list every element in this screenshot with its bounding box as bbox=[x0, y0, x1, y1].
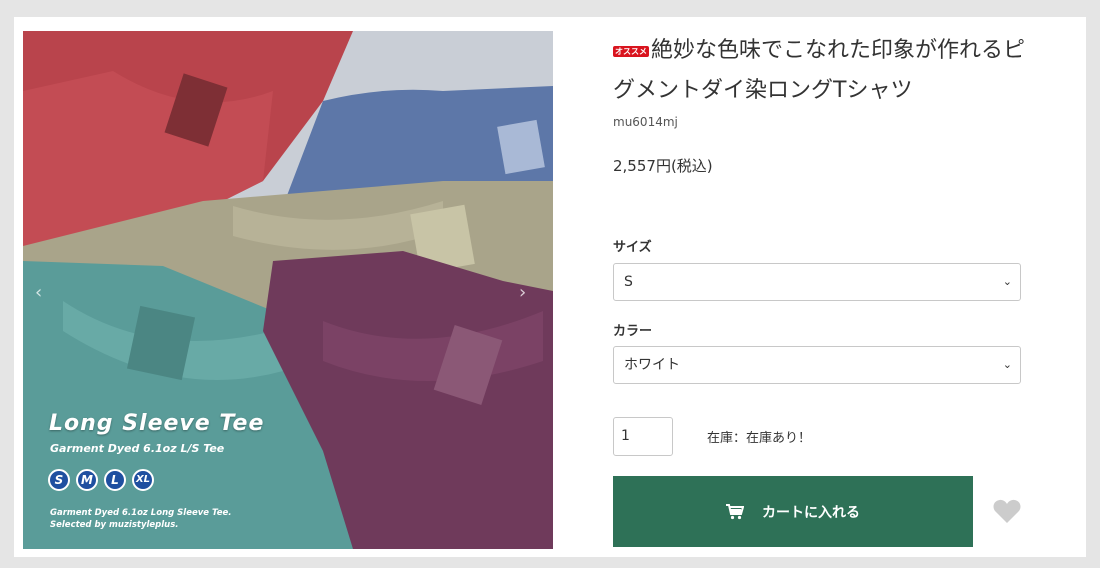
image-overlay-footer: Garment Dyed 6.1oz Long Sleeve Tee. Sele… bbox=[50, 507, 231, 531]
product-title-text: 絶妙な色味でこなれた印象が作れるピグメントダイ染ロングTシャツ bbox=[613, 38, 1026, 103]
prev-image-arrow-icon[interactable]: ‹ bbox=[35, 284, 49, 302]
chevron-down-icon: ⌄ bbox=[1002, 275, 1012, 288]
quantity-input[interactable]: 1 bbox=[613, 417, 673, 456]
color-select[interactable]: ホワイト ⌄ bbox=[613, 346, 1021, 384]
add-to-cart-button[interactable]: カートに入れる bbox=[613, 476, 973, 547]
chevron-down-icon: ⌄ bbox=[1002, 358, 1012, 371]
size-badge-l: L bbox=[104, 469, 126, 491]
heart-icon bbox=[993, 499, 1021, 523]
size-select[interactable]: S ⌄ bbox=[613, 263, 1021, 301]
product-price: 2,557円(税込) bbox=[613, 157, 713, 175]
cart-icon bbox=[726, 503, 744, 520]
stock-status: 在庫：在庫あり！ bbox=[707, 431, 812, 446]
image-overlay-title: Long Sleeve Tee bbox=[49, 411, 265, 436]
favorite-button[interactable] bbox=[993, 498, 1021, 524]
image-size-badges: S M L XL bbox=[48, 469, 154, 491]
size-badge-s: S bbox=[48, 469, 70, 491]
product-title: オススメ 絶妙な色味でこなれた印象が作れるピグメントダイ染ロングTシャツ bbox=[613, 31, 1033, 111]
product-card: ‹ › Long Sleeve Tee Garment Dyed 6.1oz L… bbox=[14, 17, 1086, 557]
image-overlay-subtitle: Garment Dyed 6.1oz L/S Tee bbox=[50, 442, 225, 455]
size-badge-xl: XL bbox=[132, 469, 154, 491]
product-sku: mu6014mj bbox=[613, 115, 678, 129]
size-label: サイズ bbox=[613, 240, 652, 255]
recommend-badge: オススメ bbox=[613, 46, 649, 57]
color-label: カラー bbox=[613, 324, 653, 339]
product-image[interactable]: ‹ › Long Sleeve Tee Garment Dyed 6.1oz L… bbox=[23, 31, 553, 549]
add-to-cart-label: カートに入れる bbox=[762, 504, 860, 521]
color-select-value: ホワイト bbox=[624, 357, 680, 373]
size-badge-m: M bbox=[76, 469, 98, 491]
image-footer-line2: Selected by muzistyleplus. bbox=[50, 520, 179, 530]
product-info: オススメ 絶妙な色味でこなれた印象が作れるピグメントダイ染ロングTシャツ mu60… bbox=[613, 31, 1033, 547]
image-footer-line1: Garment Dyed 6.1oz Long Sleeve Tee. bbox=[50, 508, 232, 518]
size-select-value: S bbox=[624, 274, 633, 290]
next-image-arrow-icon[interactable]: › bbox=[519, 284, 533, 302]
